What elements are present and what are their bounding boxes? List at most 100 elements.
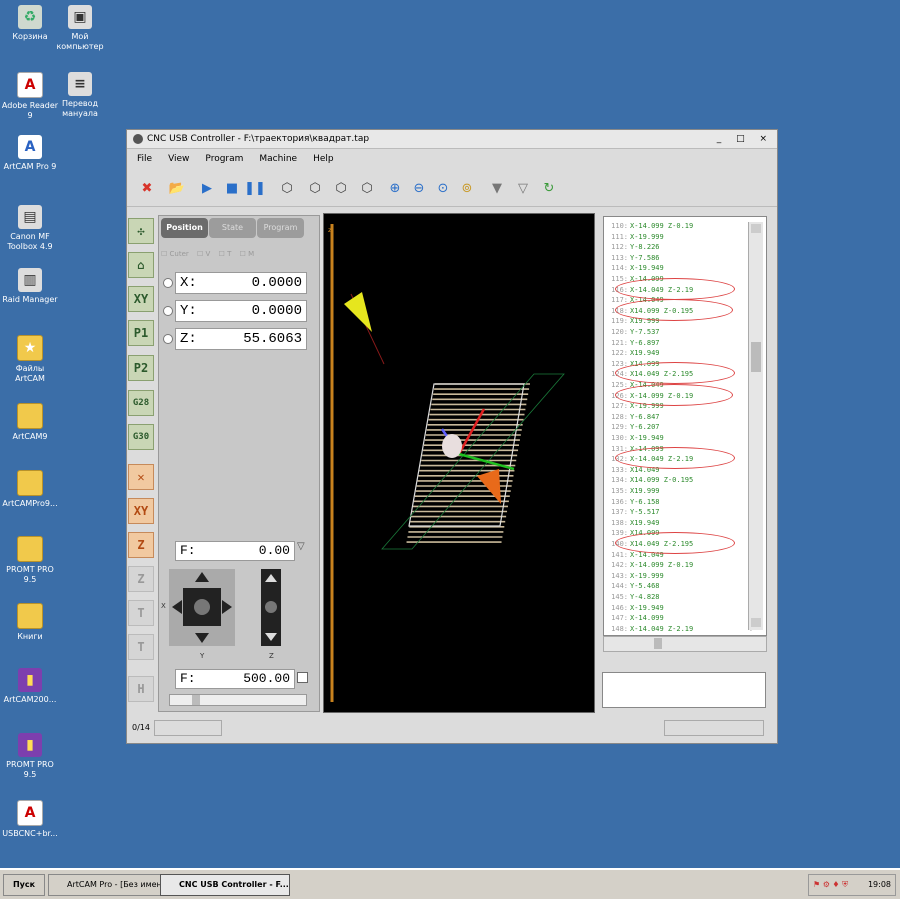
open-folder-icon[interactable]: 📂 — [167, 178, 187, 198]
stop-icon[interactable]: ✖ — [137, 178, 157, 198]
gcode-line[interactable]: 110:X-14.099 Z-0.19⸵ — [604, 221, 752, 232]
desktop-icon[interactable]: ▤ Canon MF Toolbox 4.9 — [0, 205, 60, 252]
gcode-horizontal-scrollbar[interactable] — [603, 636, 767, 652]
gcode-vertical-scrollbar[interactable] — [748, 222, 763, 630]
jog-feed-field[interactable]: F: 500.00 — [175, 669, 295, 689]
g28-button[interactable]: G28 — [128, 390, 154, 416]
home-machine-button[interactable]: H — [128, 676, 154, 702]
task-cnc-controller[interactable]: CNC USB Controller - F... — [160, 874, 290, 896]
gcode-line[interactable]: 135:X19.999⸵ — [604, 486, 752, 497]
command-input[interactable] — [602, 672, 766, 708]
gcode-line[interactable]: 145:Y-4.828⸵ — [604, 592, 752, 603]
window-controls[interactable]: _ □ × — [717, 130, 773, 148]
refresh-icon[interactable]: ↻ — [539, 178, 559, 198]
zero-all-button[interactable]: ✕ — [128, 464, 154, 490]
xy-zero-button[interactable]: XY — [128, 286, 154, 312]
jog-center-knob-icon[interactable] — [194, 599, 210, 615]
x-radio[interactable] — [163, 278, 173, 288]
zero-z-button[interactable]: Z — [128, 532, 154, 558]
tool-button[interactable]: T — [128, 600, 154, 626]
g30-button[interactable]: G30 — [128, 424, 154, 450]
zoom-out-icon[interactable]: ⊖ — [409, 178, 429, 198]
view-top-icon[interactable]: ⬡ — [357, 178, 377, 198]
toolpath-viewport[interactable]: z — [323, 213, 595, 713]
tab-state[interactable]: State — [209, 218, 256, 238]
jog-feed-checkbox[interactable] — [297, 672, 308, 683]
gcode-line[interactable]: 113:Y-7.586⸵ — [604, 253, 752, 264]
desktop-icon[interactable]: ★ Файлы ArtCAM — [0, 335, 60, 384]
desktop-icon[interactable]: ▮ ArtCAM200... — [0, 668, 60, 705]
zoom-in-icon[interactable]: ⊕ — [385, 178, 405, 198]
gcode-line[interactable]: 134:X14.099 Z-0.195⸵ — [604, 475, 752, 486]
scroll-thumb[interactable] — [751, 342, 761, 372]
z-radio[interactable] — [163, 334, 173, 344]
p1-button[interactable]: P1 — [128, 320, 154, 346]
tab-program[interactable]: Program — [257, 218, 304, 238]
check-cuter[interactable]: ☐ Cuter — [161, 250, 189, 258]
gcode-line[interactable]: 143:X-19.999⸵ — [604, 571, 752, 582]
check-v[interactable]: ☐ V — [197, 250, 210, 258]
desktop-icon[interactable]: PROMT PRO 9.5 — [0, 536, 60, 585]
menu-file[interactable]: File — [137, 154, 152, 164]
play-icon[interactable]: ▶ — [197, 178, 217, 198]
desktop-icon[interactable]: ▮ PROMT PRO 9.5 — [0, 733, 60, 780]
tool-change-button[interactable]: T — [128, 634, 154, 660]
zero-xy-button[interactable]: XY — [128, 498, 154, 524]
menu-view[interactable]: View — [168, 154, 189, 164]
gcode-line[interactable]: 121:Y-6.897⸵ — [604, 338, 752, 349]
check-m[interactable]: ☐ M — [240, 250, 255, 258]
gcode-line[interactable]: 120:Y-7.537⸵ — [604, 327, 752, 338]
desktop-icon[interactable]: ArtCAMPro9... — [0, 470, 60, 509]
scroll-down-icon[interactable] — [751, 618, 761, 627]
gcode-line[interactable]: 146:X-19.949⸵ — [604, 603, 752, 614]
menu-program[interactable]: Program — [205, 154, 243, 164]
title-bar[interactable]: CNC USB Controller - F:\траектория\квадр… — [127, 130, 777, 149]
gcode-line[interactable]: 112:Y-8.226⸵ — [604, 242, 752, 253]
gcode-line[interactable]: 138:X19.949⸵ — [604, 518, 752, 529]
scroll-up-icon[interactable] — [751, 224, 761, 233]
hscroll-thumb[interactable] — [654, 638, 662, 649]
gcode-line[interactable]: 111:X-19.999⸵ — [604, 232, 752, 243]
task-artcam[interactable]: ArtCAM Pro - [Без имени... — [48, 874, 176, 896]
p2-button[interactable]: P2 — [128, 355, 154, 381]
gcode-line[interactable]: 129:Y-6.207⸵ — [604, 422, 752, 433]
home-button[interactable]: ⌂ — [128, 252, 154, 278]
jog-feed-slider[interactable] — [169, 694, 307, 706]
jog-all-button[interactable]: ✣ — [128, 218, 154, 244]
view-front-icon[interactable]: ⬡ — [305, 178, 325, 198]
jog-z-knob-icon[interactable] — [265, 601, 277, 613]
gcode-line[interactable]: 144:Y-5.468⸵ — [604, 581, 752, 592]
desktop-icon[interactable]: A USBCNC+br... — [0, 800, 60, 839]
probe-z-button[interactable]: Z — [128, 566, 154, 592]
menu-help[interactable]: Help — [313, 154, 334, 164]
zoom-fit-icon[interactable]: ⊙ — [433, 178, 453, 198]
desktop-icon[interactable]: ArtCAM9 — [0, 403, 60, 442]
gcode-line[interactable]: 142:X-14.099 Z-0.19⸵ — [604, 560, 752, 571]
desktop-icon[interactable]: ▣ Мой компьютер — [50, 5, 110, 52]
gcode-line[interactable]: 147:X-14.099⸵ — [604, 613, 752, 624]
gcode-line[interactable]: 137:Y-5.517⸵ — [604, 507, 752, 518]
gcode-line[interactable]: 122:X19.949⸵ — [604, 348, 752, 359]
check-t[interactable]: ☐ T — [219, 250, 232, 258]
filter-settings-icon[interactable]: ▽ — [513, 178, 533, 198]
feed-field[interactable]: F: 0.00 — [175, 541, 295, 561]
desktop-icon[interactable]: ▥ Raid Manager — [0, 268, 60, 305]
filter-icon[interactable]: ▼ — [487, 178, 507, 198]
gcode-line[interactable]: 128:Y-6.847⸵ — [604, 412, 752, 423]
gcode-line[interactable]: 136:Y-6.158⸵ — [604, 497, 752, 508]
menu-machine[interactable]: Machine — [259, 154, 297, 164]
tray-icons[interactable]: ⚑ ⚙ ♦ ⛨ — [813, 875, 848, 895]
desktop-icon[interactable]: Книги — [0, 603, 60, 642]
view-iso-icon[interactable]: ⬡ — [277, 178, 297, 198]
feed-dropdown-icon[interactable]: ▽ — [297, 541, 305, 552]
desktop-icon[interactable]: A ArtCAM Pro 9 — [0, 135, 60, 172]
view-side-icon[interactable]: ⬡ — [331, 178, 351, 198]
gcode-line[interactable]: 130:X-19.949⸵ — [604, 433, 752, 444]
start-button[interactable]: Пуск — [3, 874, 45, 896]
stop-square-icon[interactable]: ■ — [222, 178, 242, 198]
jog-feed-slider-thumb[interactable] — [192, 695, 200, 705]
pause-icon[interactable]: ❚❚ — [244, 178, 266, 198]
gcode-line[interactable]: 148:X-14.049 Z-2.19⸵ — [604, 624, 752, 635]
desktop-icon[interactable]: ≡ Перевод мануала — [50, 72, 110, 119]
tab-position[interactable]: Position — [161, 218, 208, 238]
